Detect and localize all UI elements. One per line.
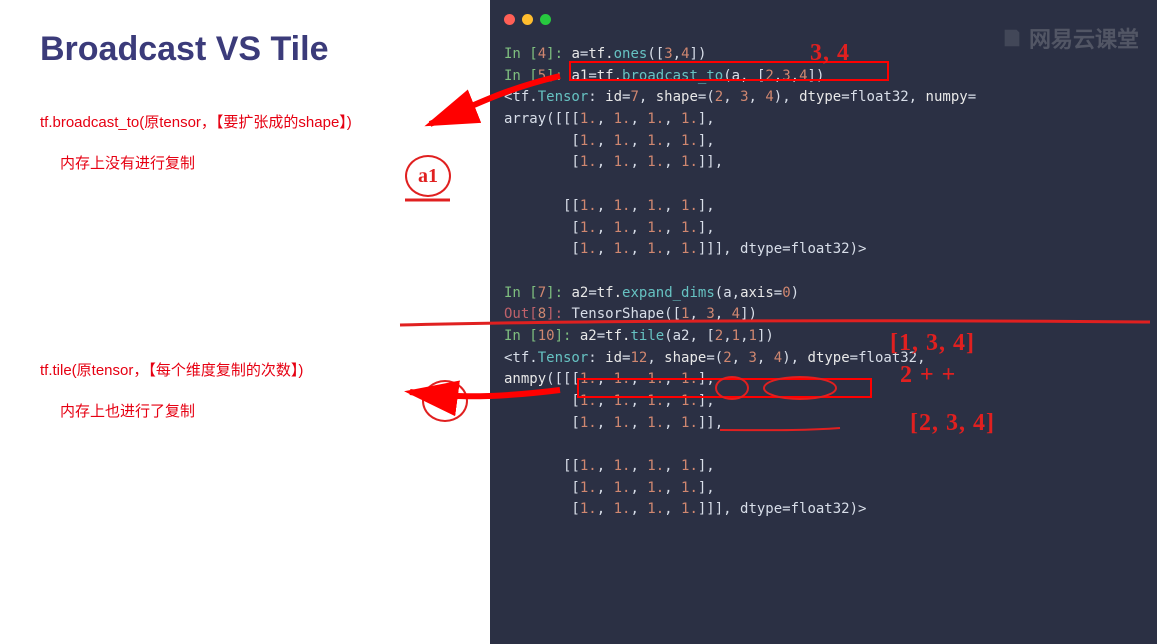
slide-title: Broadcast VS Tile [40,30,470,69]
broadcast-memory-note: 内存上没有进行复制 [60,150,470,177]
slide-container: Broadcast VS Tile tf.broadcast_to(原tenso… [0,0,1157,644]
zoom-dot-icon[interactable] [540,14,551,25]
terminal-output: In [4]: a=tf.ones([3,4]) In [5]: a1=tf.b… [490,6,1157,529]
broadcast-signature: tf.broadcast_to(原tensor，【要扩张成的shape】) [40,109,470,136]
broadcast-note-block: tf.broadcast_to(原tensor，【要扩张成的shape】) 内存… [40,109,470,177]
terminal-panel: 网易云课堂 In [4]: a=tf.ones([3,4]) In [5]: a… [490,0,1157,644]
tile-note-block: tf.tile(原tensor，【每个维度复制的次数】) 内存上也进行了复制 [40,357,470,425]
close-dot-icon[interactable] [504,14,515,25]
slide-left-panel: Broadcast VS Tile tf.broadcast_to(原tenso… [0,0,490,644]
minimize-dot-icon[interactable] [522,14,533,25]
tile-memory-note: 内存上也进行了复制 [60,398,470,425]
watermark-icon [1001,27,1023,49]
tile-signature: tf.tile(原tensor，【每个维度复制的次数】) [40,357,470,384]
watermark-label: 网易云课堂 [1001,22,1139,54]
window-traffic-lights [504,14,551,25]
